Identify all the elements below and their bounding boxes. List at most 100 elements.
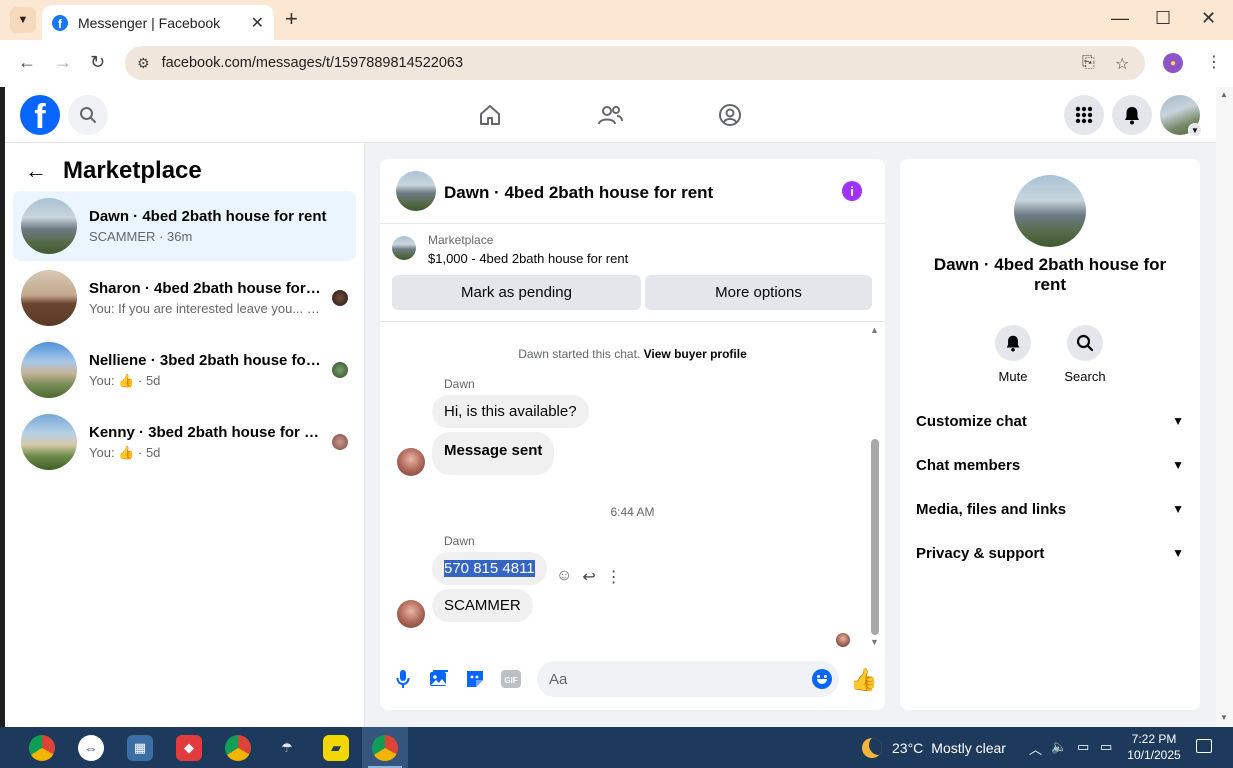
chrome-active-icon[interactable] (372, 735, 398, 761)
back-arrow-icon[interactable]: ← (25, 158, 47, 184)
customize-chat-section[interactable]: Customize chat ▼ (916, 399, 1184, 443)
moon-icon (862, 738, 882, 758)
selected-phone-number[interactable]: 570 815 4811 (444, 560, 535, 577)
info-icon[interactable]: i (842, 181, 862, 201)
volume-icon[interactable]: 🔈 (1051, 739, 1067, 755)
conversation-item[interactable]: Kenny · 3bed 2bath house for re... You: … (13, 407, 356, 477)
message-bubble[interactable]: Hi, is this available? (432, 395, 589, 428)
message-actions: ☺ ↩ ⋮ (556, 567, 622, 587)
facebook-search-button[interactable] (68, 95, 108, 135)
chat-members-section[interactable]: Chat members ▼ (916, 443, 1184, 487)
conversation-item[interactable]: Sharon · 4bed 2bath house for r... You: … (13, 263, 356, 333)
calculator-icon[interactable]: ▦ (127, 735, 153, 761)
thumbs-up-send-icon[interactable]: 👍 (850, 667, 877, 693)
search-action[interactable]: Search (1055, 325, 1115, 384)
search-label: Search (1064, 369, 1106, 384)
home-nav-button[interactable] (476, 101, 504, 129)
minimize-button[interactable]: — (1111, 8, 1129, 29)
conversation-item[interactable]: Nelliene · 3bed 2bath house for ... You:… (13, 335, 356, 405)
windows-taskbar: ⇔ ▦ ◆ ☂ ▰ 23°C Mostly clear ︿ 🔈 ▭ ▭ 7:22… (0, 727, 1233, 768)
scroll-down-icon[interactable]: ▼ (1220, 713, 1228, 722)
notifications-button[interactable] (1112, 95, 1152, 135)
account-avatar[interactable]: ▼ (1160, 95, 1202, 137)
chat-title[interactable]: Dawn · 4bed 2bath house for rent (444, 183, 713, 203)
site-info-icon[interactable]: ⚙ (137, 55, 150, 72)
scroll-up-icon[interactable]: ▲ (870, 325, 879, 335)
chrome-icon[interactable] (29, 735, 55, 761)
conversation-item[interactable]: Dawn · 4bed 2bath house for rent SCAMMER… (13, 191, 356, 261)
browser-profile-avatar[interactable]: ● (1163, 53, 1183, 73)
browser-menu-icon[interactable]: ⋮ (1206, 52, 1222, 72)
new-tab-button[interactable]: + (285, 7, 298, 31)
system-clock[interactable]: 7:22 PM 10/1/2025 (1126, 731, 1182, 763)
facebook-header: f ▼ (5, 87, 1216, 143)
scroll-down-icon[interactable]: ▼ (870, 637, 879, 647)
reply-icon[interactable]: ↩ (582, 567, 595, 587)
conversation-preview: You: 👍 · 5d (89, 372, 161, 388)
privacy-support-section[interactable]: Privacy & support ▼ (916, 531, 1184, 575)
more-actions-icon[interactable]: ⋮ (606, 567, 622, 587)
bookmark-star-icon[interactable]: ☆ (1115, 54, 1129, 74)
sender-avatar[interactable] (397, 448, 425, 476)
install-app-icon[interactable]: ⎘ (1082, 54, 1095, 72)
media-files-links-section[interactable]: Media, files and links ▼ (916, 487, 1184, 531)
mute-action[interactable]: Mute (983, 325, 1043, 384)
chrome-profile-icon[interactable] (225, 735, 251, 761)
message-sender: Dawn (444, 377, 475, 391)
show-hidden-icons-icon[interactable]: ︿ (1029, 739, 1042, 758)
message-bubble[interactable]: 570 815 4811 (432, 552, 547, 585)
react-emoji-icon[interactable]: ☺ (556, 567, 572, 587)
app-icon[interactable]: ☂ (274, 735, 300, 761)
reload-button[interactable]: ↻ (90, 52, 105, 73)
notification-center-icon[interactable] (1196, 739, 1212, 753)
view-buyer-profile-link[interactable]: View buyer profile (644, 347, 747, 361)
message-composer: GIF 👍 (380, 648, 885, 710)
friends-nav-button[interactable] (596, 101, 624, 129)
network-icon[interactable]: ▭ (1100, 739, 1112, 755)
thumbs-up-icon: 👍 (118, 372, 135, 388)
contact-avatar[interactable] (1014, 175, 1086, 247)
message-bubble[interactable]: SCAMMER (432, 589, 533, 622)
marketplace-bar: Marketplace $1,000 - 4bed 2bath house fo… (380, 224, 885, 322)
maximize-button[interactable]: ☐ (1155, 8, 1171, 29)
chat-panel: Dawn · 4bed 2bath house for rent i Marke… (380, 159, 885, 710)
message-timestamp: 6:44 AM (610, 505, 655, 519)
mark-as-pending-button[interactable]: Mark as pending (392, 275, 641, 310)
conversation-preview: SCAMMER · 36m (89, 229, 193, 244)
sidebar-header: ← Marketplace (25, 157, 202, 185)
chevron-down-icon: ▼ (1188, 123, 1202, 137)
sticker-icon[interactable] (464, 668, 486, 690)
listing-title[interactable]: $1,000 - 4bed 2bath house for rent (428, 251, 628, 266)
chat-avatar[interactable] (396, 171, 436, 211)
chat-scroll-thumb[interactable] (871, 439, 879, 635)
seen-avatar (836, 633, 850, 647)
facebook-logo-icon[interactable]: f (20, 95, 60, 135)
teamviewer-icon[interactable]: ⇔ (78, 735, 104, 761)
tab-search-button[interactable]: ▼ (10, 7, 36, 33)
message-input[interactable] (537, 661, 839, 697)
scroll-up-icon[interactable]: ▲ (1220, 90, 1228, 99)
page-scrollbar[interactable]: ▲ ▼ (1216, 87, 1233, 727)
home-icon (480, 105, 500, 125)
sender-avatar[interactable] (397, 600, 425, 628)
seen-avatar (332, 362, 348, 378)
weather-widget[interactable]: 23°C Mostly clear (862, 738, 1006, 758)
message-bubble[interactable]: Message sent (432, 432, 555, 475)
microphone-icon[interactable] (392, 668, 414, 690)
photo-icon[interactable] (428, 668, 450, 690)
anydesk-icon[interactable]: ◆ (176, 735, 202, 761)
more-options-button[interactable]: More options (645, 275, 872, 310)
battery-icon[interactable]: ▭ (1077, 739, 1089, 755)
profile-nav-button[interactable] (716, 101, 744, 129)
back-button[interactable]: ← (18, 52, 36, 73)
tab-close-icon[interactable]: ✕ (251, 13, 264, 33)
sticky-notes-icon[interactable]: ▰ (323, 735, 349, 761)
emoji-icon[interactable] (812, 669, 832, 689)
close-window-button[interactable]: ✕ (1201, 8, 1216, 29)
menu-grid-button[interactable] (1064, 95, 1104, 135)
gif-icon[interactable]: GIF (500, 668, 522, 690)
listing-thumbnail (21, 414, 77, 470)
browser-tab-messenger[interactable]: f Messenger | Facebook ✕ (42, 5, 274, 40)
address-bar[interactable]: ⚙ facebook.com/messages/t/15978898145220… (125, 46, 1145, 80)
forward-button[interactable]: → (54, 52, 72, 73)
